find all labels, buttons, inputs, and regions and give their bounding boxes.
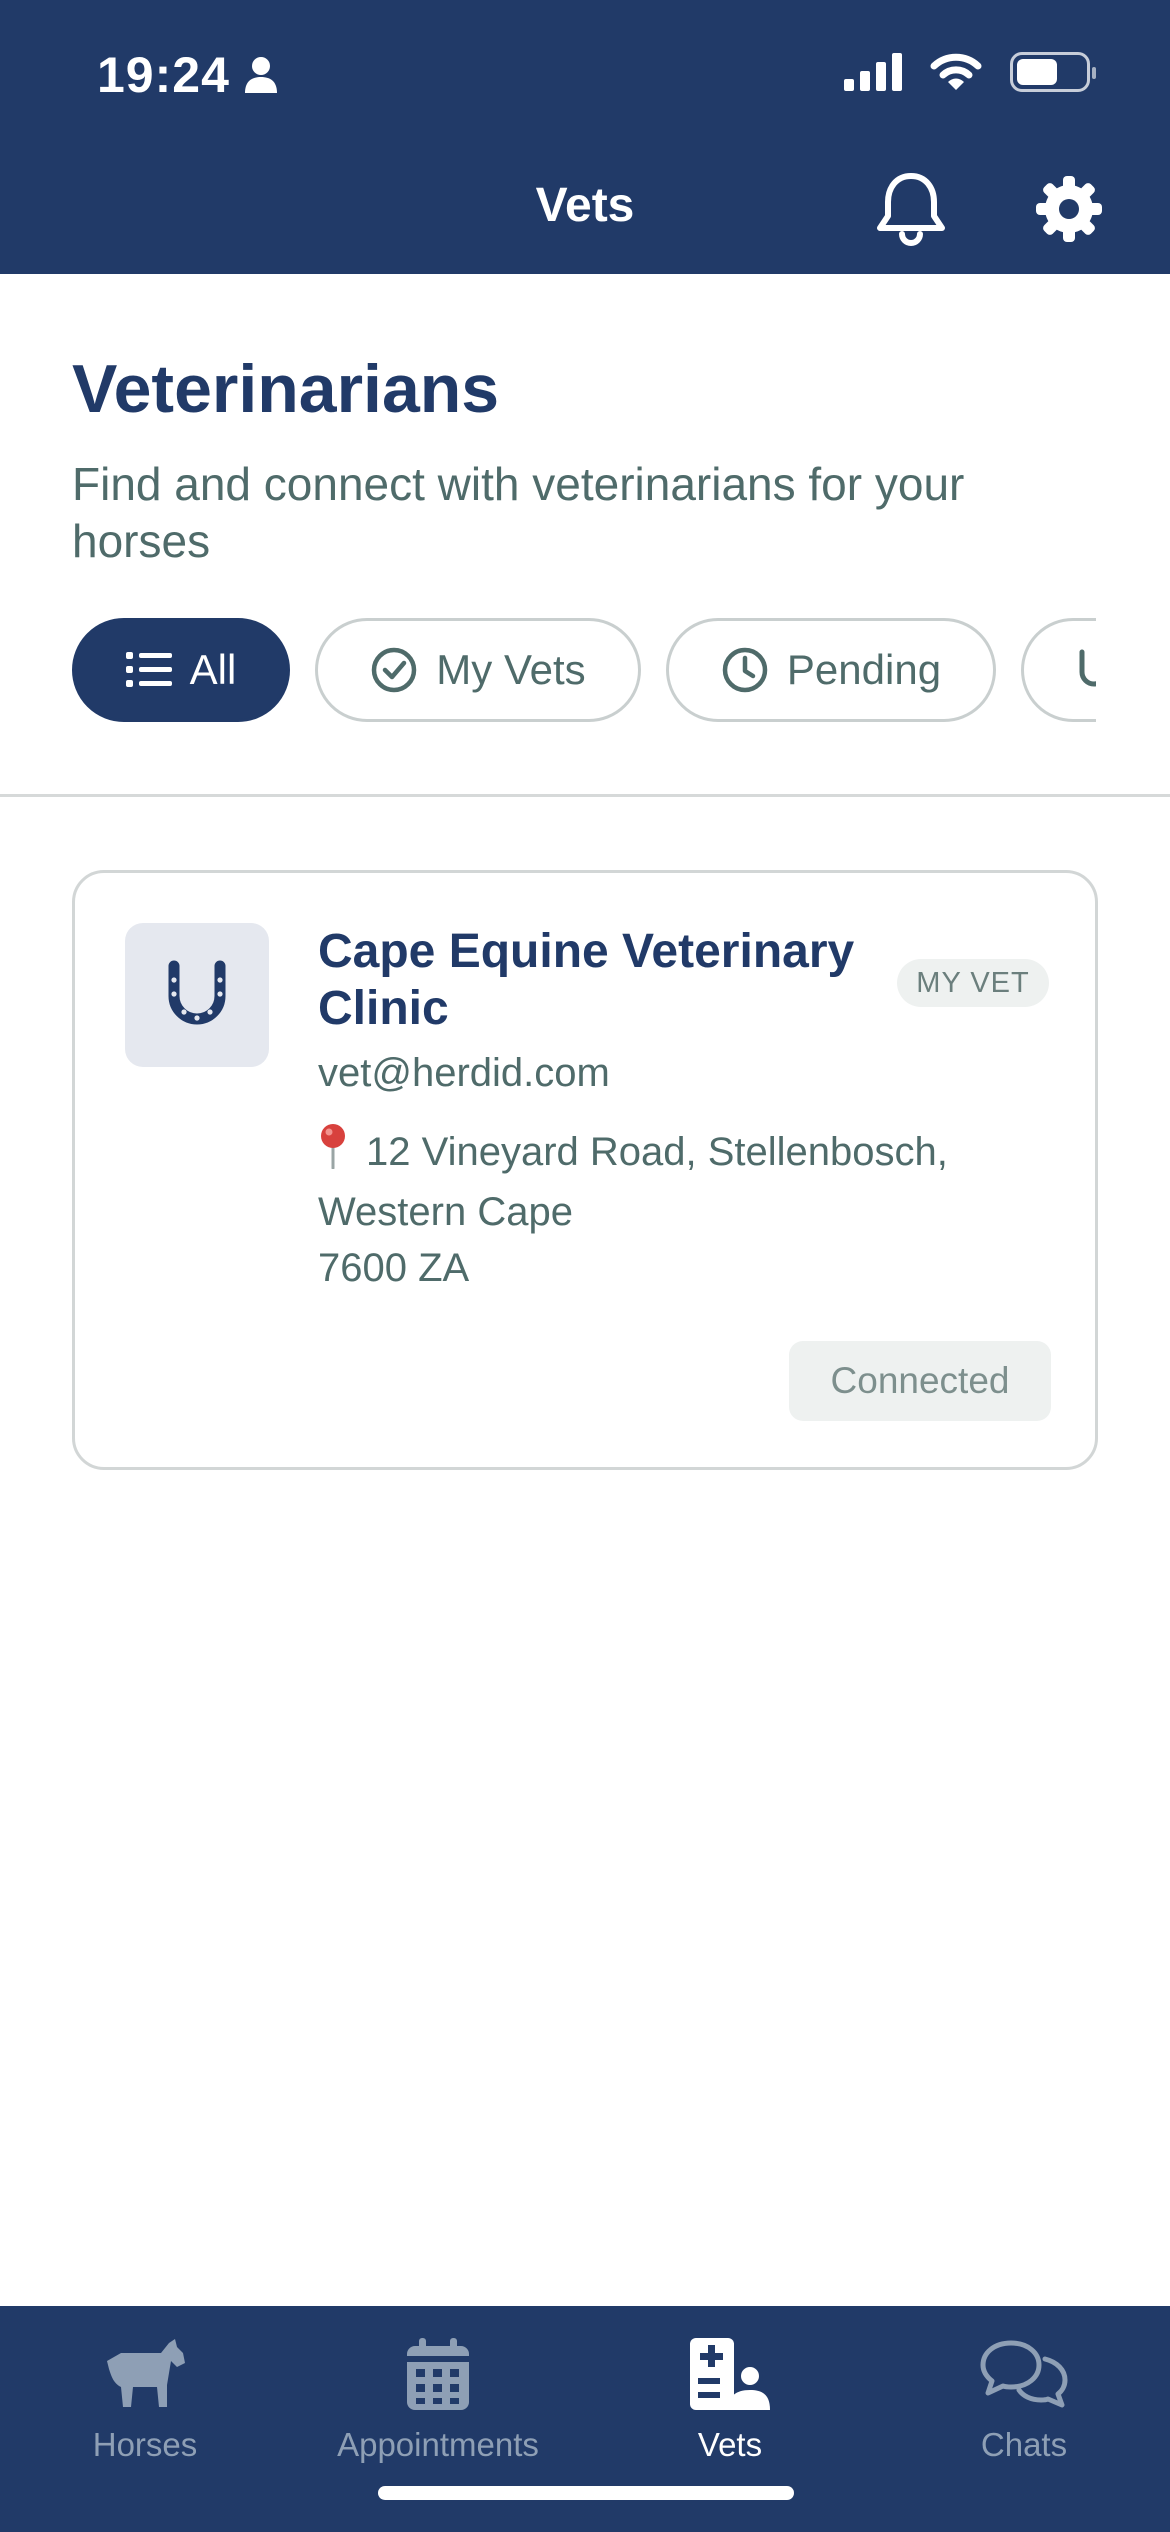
filter-chip-label: Pending	[786, 646, 942, 693]
filter-chip-label: All	[189, 646, 237, 693]
signal-icon	[844, 53, 902, 91]
tab-label: Chats	[980, 2426, 1068, 2463]
tab-label: Appointments	[337, 2426, 539, 2463]
vet-address-line1: 12 Vineyard Road, Stellenbosch, Western …	[318, 1130, 948, 1234]
notifications-button[interactable]	[874, 170, 948, 246]
tab-appointments[interactable]: Appointments	[318, 2336, 558, 2496]
vet-address: 12 Vineyard Road, Stellenbosch, Western …	[318, 1123, 1058, 1296]
wifi-icon	[930, 53, 982, 90]
vet-email: vet@herdid.com	[318, 1051, 610, 1095]
vet-card[interactable]: Cape Equine Veterinary Clinic MY VET vet…	[72, 870, 1098, 1470]
home-indicator[interactable]	[378, 2486, 794, 2500]
vet-icon	[690, 2338, 770, 2410]
horseshoe-icon	[1079, 649, 1096, 687]
settings-button[interactable]	[1036, 176, 1102, 242]
clock-icon	[722, 647, 768, 693]
filter-chip-label: My Vets	[436, 646, 586, 693]
page-subtitle: Find and connect with veterinarians for …	[72, 458, 965, 567]
gear-icon	[1036, 176, 1102, 242]
vet-address-line2: 7600 ZA	[318, 1246, 470, 1290]
list-icon	[125, 652, 172, 687]
filter-chip-all[interactable]: All	[72, 618, 290, 722]
chat-icon	[980, 2340, 1068, 2408]
battery-icon	[1010, 52, 1096, 92]
status-bar-time: 19:24	[97, 46, 278, 104]
page-title: Veterinarians	[72, 351, 500, 427]
my-vet-badge: MY VET	[897, 959, 1049, 1007]
filter-chip-more[interactable]	[1021, 618, 1096, 722]
person-icon	[244, 57, 277, 93]
filter-chip-pending[interactable]: Pending	[666, 618, 996, 722]
map-pin-icon	[318, 1123, 348, 1184]
tab-label: Vets	[697, 2426, 763, 2463]
app-header: 19:24 Vets	[0, 0, 1170, 274]
horse-icon	[107, 2339, 185, 2407]
calendar-icon	[407, 2338, 469, 2410]
tab-label: Horses	[92, 2426, 198, 2463]
connection-status-button[interactable]: Connected	[789, 1341, 1051, 1421]
filter-chips: All My Vets Pending	[72, 618, 1096, 722]
section-divider	[0, 794, 1170, 797]
tab-chats[interactable]: Chats	[904, 2336, 1144, 2496]
vet-name: Cape Equine Veterinary Clinic	[318, 925, 855, 1035]
vet-avatar	[125, 923, 269, 1067]
status-bar-indicators	[844, 52, 1096, 92]
status-time-text: 19:24	[97, 47, 230, 103]
tab-vets[interactable]: Vets	[610, 2336, 850, 2496]
tab-horses[interactable]: Horses	[25, 2336, 265, 2496]
nav-title: Vets	[535, 179, 635, 232]
check-circle-icon	[372, 647, 417, 693]
bell-icon	[877, 173, 945, 246]
horseshoe-icon	[168, 960, 226, 1025]
filter-chip-my-vets[interactable]: My Vets	[315, 618, 641, 722]
